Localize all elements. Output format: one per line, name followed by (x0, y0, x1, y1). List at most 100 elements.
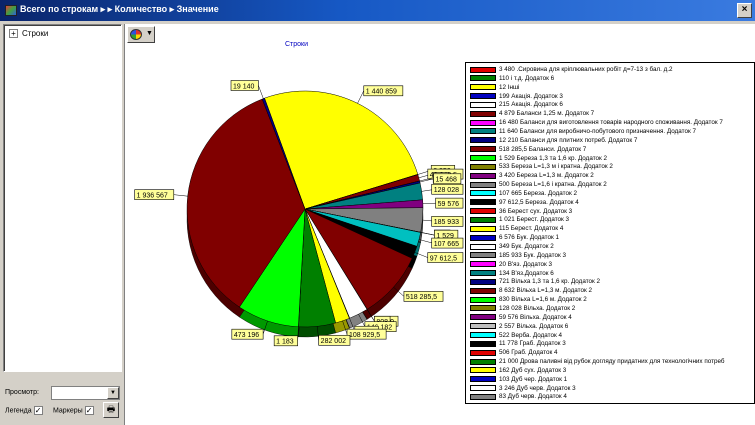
breadcrumb[interactable]: Всего по строкам ▸ ▸ Количество ▸ Значен… (20, 4, 219, 15)
legend-swatch (470, 75, 496, 82)
legend-swatch (470, 349, 496, 356)
legend-label: 162 Дуб сух. Додаток 3 (499, 366, 567, 374)
legend-item: 12 Інші (470, 84, 519, 92)
legend-item: 12 210 Баланси для плитних потреб. Додат… (470, 137, 637, 145)
legend-item: 506 Граб. Додаток 4 (470, 349, 557, 357)
legend-swatch (470, 208, 496, 215)
legend-swatch (470, 261, 496, 268)
legend-label: 1 021 Берест. Додаток 3 (499, 216, 570, 224)
printer-icon: 🖶 (106, 404, 116, 414)
legend-item: 8 632 Вільха L=1,3 м. Додаток 2 (470, 287, 592, 295)
view-label: Просмотр: (5, 389, 39, 396)
legend-label: 110 і т.д. Додаток 6 (499, 74, 555, 82)
legend-checkbox[interactable]: ✓ (33, 406, 43, 415)
slice-data-label: 1 440 859 (366, 89, 397, 96)
legend-swatch (470, 332, 496, 338)
legend-swatch (470, 190, 496, 197)
legend-label: 3 420 Береза L=1,3 м. Додаток 2 (499, 172, 594, 180)
chart-type-button[interactable]: ▼ (127, 26, 155, 43)
legend-swatch (470, 305, 496, 312)
close-button[interactable]: × (737, 3, 752, 18)
legend-item: 522 Верба. Додаток 4 (470, 332, 562, 340)
legend-label: 500 Береза L=1,6 і кратна. Додаток 2 (499, 181, 607, 189)
legend-label: 128 028 Вільха. Додаток 2 (499, 304, 576, 312)
legend-item: 3 246 Дуб черв. Додаток 3 (470, 385, 576, 393)
legend-swatch (470, 181, 496, 188)
chart-legend: 3 480 .Сировина для кріплювальних робіт … (465, 62, 755, 404)
legend-label: 12 Інші (499, 83, 520, 91)
slice-data-label: 59 576 (438, 201, 460, 208)
legend-item: 721 Вільха 1,3 та 1,6 кр. Додаток 2 (470, 278, 600, 286)
legend-item: 134 В'яз.Додаток 6 (470, 270, 554, 278)
slice-data-label: 1 936 567 (137, 192, 168, 199)
print-button[interactable]: 🖶 (103, 402, 119, 418)
legend-label: 59 576 Вільха. Додаток 4 (499, 313, 572, 321)
markers-toggle[interactable]: Маркеры ✓ (53, 406, 94, 415)
legend-label: 21 000 Дрова паливні від рубок догляду п… (499, 358, 725, 366)
legend-swatch (470, 340, 496, 347)
row-tree[interactable]: + Строки (3, 24, 122, 372)
chevron-down-icon: ▼ (146, 30, 153, 37)
slice-data-label: 1 183 (276, 339, 294, 346)
legend-swatch (470, 199, 496, 206)
legend-swatch (470, 163, 496, 170)
legend-swatch (470, 270, 496, 277)
legend-label: 83 Дуб черв. Додаток 4 (499, 393, 567, 401)
chart-title: Строки (285, 41, 309, 48)
slice-data-label: 107 665 (434, 241, 459, 248)
legend-swatch (470, 84, 496, 91)
slice-data-label: 128 028 (434, 187, 459, 194)
legend-label: 11 778 Граб. Додаток 3 (499, 340, 566, 348)
legend-swatch (470, 376, 496, 383)
label-leader-line (420, 232, 435, 236)
legend-swatch (470, 323, 496, 330)
legend-swatch (470, 216, 496, 223)
legend-item: 1 529 Береза 1,3 та 1,6 кр. Додаток 2 (470, 155, 607, 163)
legend-item: 107 665 Береза. Додаток 2 (470, 190, 577, 198)
title-bar: Всего по строкам ▸ ▸ Количество ▸ Значен… (0, 0, 755, 21)
legend-swatch (470, 287, 496, 294)
legend-label: 107 665 Береза. Додаток 2 (499, 189, 577, 197)
legend-label: 522 Верба. Додаток 4 (499, 331, 562, 339)
legend-label: 1 529 Береза 1,3 та 1,6 кр. Додаток 2 (499, 154, 608, 162)
legend-label: 830 Вільха L=1,6 м. Додаток 2 (499, 296, 587, 304)
legend-label: 3 480 .Сировина для кріплювальних робіт … (499, 66, 673, 73)
legend-label: 4 879 Баланси 1,25 м. Додаток 7 (499, 110, 595, 118)
legend-swatch (470, 137, 496, 144)
legend-label: 518 285,5 Баланси. Додаток 7 (499, 145, 587, 153)
legend-swatch (470, 296, 496, 303)
legend-toggle[interactable]: Легенда ✓ (5, 406, 43, 415)
app-window: Всего по строкам ▸ ▸ Количество ▸ Значен… (0, 0, 755, 425)
legend-label: 16 480 Баланси для виготовлення товарів … (499, 119, 723, 127)
legend-item: 199 Акація. Додаток 3 (470, 93, 563, 101)
legend-label: 12 210 Баланси для плитних потреб. Додат… (499, 136, 638, 144)
legend-swatch (470, 225, 496, 232)
legend-swatch (470, 93, 496, 100)
legend-item: 128 028 Вільха. Додаток 2 (470, 305, 575, 313)
chevron-down-icon[interactable]: ▼ (107, 387, 119, 399)
legend-label: 103 Дуб чер. Додаток 1 (499, 375, 568, 383)
legend-swatch (470, 358, 496, 365)
legend-swatch (470, 146, 496, 153)
slice-data-label: 97 612,5 (430, 255, 457, 262)
legend-swatch (470, 243, 496, 250)
markers-checkbox[interactable]: ✓ (84, 406, 94, 415)
legend-label: 533 Береза L=1,3 м і кратна. Додаток 2 (499, 163, 613, 171)
legend-label: 20 В'яз. Додаток 3 (499, 260, 553, 268)
legend-label: 11 640 Баланси для виробничо-побутового … (499, 127, 696, 135)
legend-label: 215 Акація. Додаток 6 (499, 101, 563, 109)
legend-item: 83 Дуб черв. Додаток 4 (470, 393, 567, 401)
tree-node-rows[interactable]: + Строки (9, 29, 48, 39)
legend-item: 59 576 Вільха. Додаток 4 (470, 314, 572, 322)
expand-icon[interactable]: + (9, 29, 18, 39)
view-select[interactable]: ▼ (51, 386, 120, 400)
legend-swatch (470, 385, 496, 392)
legend-item: 3 480 .Сировина для кріплювальних робіт … (470, 66, 673, 74)
legend-item: 500 Береза L=1,6 і кратна. Додаток 2 (470, 181, 607, 189)
label-leader-line (173, 194, 188, 197)
legend-swatch (470, 234, 496, 241)
legend-item: 11 778 Граб. Додаток 3 (470, 340, 566, 348)
legend-item: 518 285,5 Баланси. Додаток 7 (470, 146, 586, 154)
legend-swatch (470, 110, 496, 117)
legend-label: 349 Бук. Додаток 2 (499, 243, 554, 250)
